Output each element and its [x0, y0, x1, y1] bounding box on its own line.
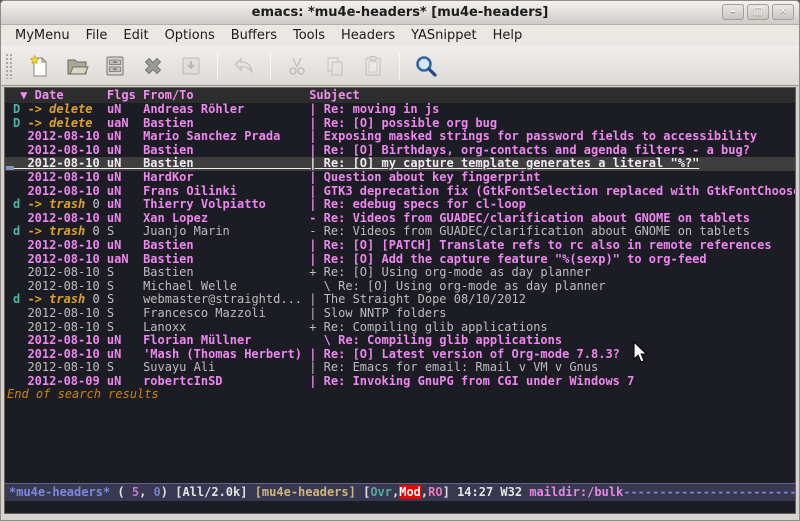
toolbar-separator — [399, 52, 400, 79]
maximize-button[interactable]: □ — [747, 4, 769, 20]
open-folder-icon[interactable] — [64, 53, 90, 79]
message-row[interactable]: 2012-08-10 uN HardKor | Question about k… — [13, 171, 795, 185]
end-of-results-text: End of search results — [5, 388, 795, 402]
message-row[interactable]: 2012-08-10 S Bastien + Re: [O] Using org… — [13, 266, 795, 280]
message-row[interactable]: d -> trash 0 S webmaster@straightd... | … — [13, 293, 795, 307]
save-icon[interactable] — [102, 53, 128, 79]
message-row[interactable]: D -> delete uN Andreas Röhler | Re: movi… — [13, 103, 795, 117]
toolbar-separator — [217, 52, 218, 79]
mode-line[interactable]: *mu4e-headers* ( 5, 0) [All/2.0k] [mu4e-… — [5, 483, 795, 501]
minimize-button[interactable]: – — [722, 4, 744, 20]
search-icon[interactable] — [413, 53, 439, 79]
message-row[interactable]: 2012-08-10 S Lanoxx + Re: Compiling glib… — [13, 321, 795, 335]
cut-icon — [284, 53, 310, 79]
menu-tools[interactable]: Tools — [285, 27, 333, 44]
menu-help[interactable]: Help — [485, 27, 531, 44]
new-file-icon[interactable] — [26, 53, 52, 79]
emacs-window: emacs: *mu4e-headers* [mu4e-headers] – □… — [0, 0, 800, 521]
message-row[interactable]: 2012-08-10 uN Bastien | Re: [O] my captu… — [5, 157, 795, 171]
message-row[interactable]: 2012-08-10 uN 'Mash (Thomas Herbert) | R… — [13, 348, 795, 362]
message-row[interactable]: 2012-08-10 uN Frans Oilinki | GTK3 depre… — [13, 185, 795, 199]
menu-options[interactable]: Options — [157, 27, 223, 44]
menu-bar: MyMenuFileEditOptionsBuffersToolsHeaders… — [1, 25, 799, 46]
message-row[interactable]: 2012-08-10 S Francesco Mazzoli | Slow NN… — [13, 307, 795, 321]
message-row[interactable]: 2012-08-10 uN Bastien | Re: [O] [PATCH] … — [13, 239, 795, 253]
delete-icon[interactable] — [140, 53, 166, 79]
title-bar[interactable]: emacs: *mu4e-headers* [mu4e-headers] – □… — [1, 1, 799, 25]
message-row[interactable]: d -> trash 0 S Juanjo Marin - Re: Videos… — [13, 225, 795, 239]
message-row[interactable]: 2012-08-10 uN Bastien | Re: [O] Birthday… — [13, 144, 795, 158]
message-list: D -> delete uN Andreas Röhler | Re: movi… — [5, 103, 795, 388]
message-row[interactable]: 2012-08-10 uN Mario Sanchez Prada | Expo… — [13, 130, 795, 144]
window-controls: – □ ✕ — [722, 4, 794, 20]
toolbar-grip[interactable] — [5, 53, 12, 79]
message-row[interactable]: 2012-08-10 S Michael Welle \ Re: [O] Usi… — [13, 280, 795, 294]
paste-icon — [360, 53, 386, 79]
tool-bar — [1, 46, 799, 86]
message-row[interactable]: 2012-08-10 uN Florian Müllner \ Re: Comp… — [13, 334, 795, 348]
menu-buffers[interactable]: Buffers — [223, 27, 285, 44]
copy-icon — [322, 53, 348, 79]
echo-area — [5, 501, 795, 513]
message-row[interactable]: 2012-08-10 S Suvayu Ali | Re: Emacs for … — [13, 361, 795, 375]
message-row[interactable]: 2012-08-10 uN Xan Lopez - Re: Videos fro… — [13, 212, 795, 226]
close-button[interactable]: ✕ — [772, 4, 794, 20]
save-as-icon — [178, 53, 204, 79]
headers-column-row[interactable]: ▼ Date Flgs From/To Subject — [5, 88, 795, 103]
menu-edit[interactable]: Edit — [115, 27, 156, 44]
emacs-frame-content: ▼ Date Flgs From/To Subject D -> delete … — [4, 87, 796, 514]
window-title: emacs: *mu4e-headers* [mu4e-headers] — [252, 5, 549, 20]
message-row[interactable]: 2012-08-09 uN robertcInSD | Re: Invoking… — [13, 375, 795, 389]
menu-headers[interactable]: Headers — [333, 27, 403, 44]
menu-file[interactable]: File — [78, 27, 116, 44]
message-row[interactable]: 2012-08-10 uaN Bastien | Re: [O] Add the… — [13, 253, 795, 267]
menu-mymenu[interactable]: MyMenu — [7, 27, 78, 44]
message-row[interactable]: d -> trash 0 uN Thierry Volpiatto | Re: … — [13, 198, 795, 212]
mu4e-headers-buffer[interactable]: ▼ Date Flgs From/To Subject D -> delete … — [5, 88, 795, 483]
current-row-fringe-marker — [6, 166, 14, 170]
undo-icon — [231, 53, 257, 79]
message-row[interactable]: D -> delete uaN Bastien | Re: [O] possib… — [13, 117, 795, 131]
toolbar-separator — [270, 52, 271, 79]
menu-yasnippet[interactable]: YASnippet — [403, 27, 485, 44]
